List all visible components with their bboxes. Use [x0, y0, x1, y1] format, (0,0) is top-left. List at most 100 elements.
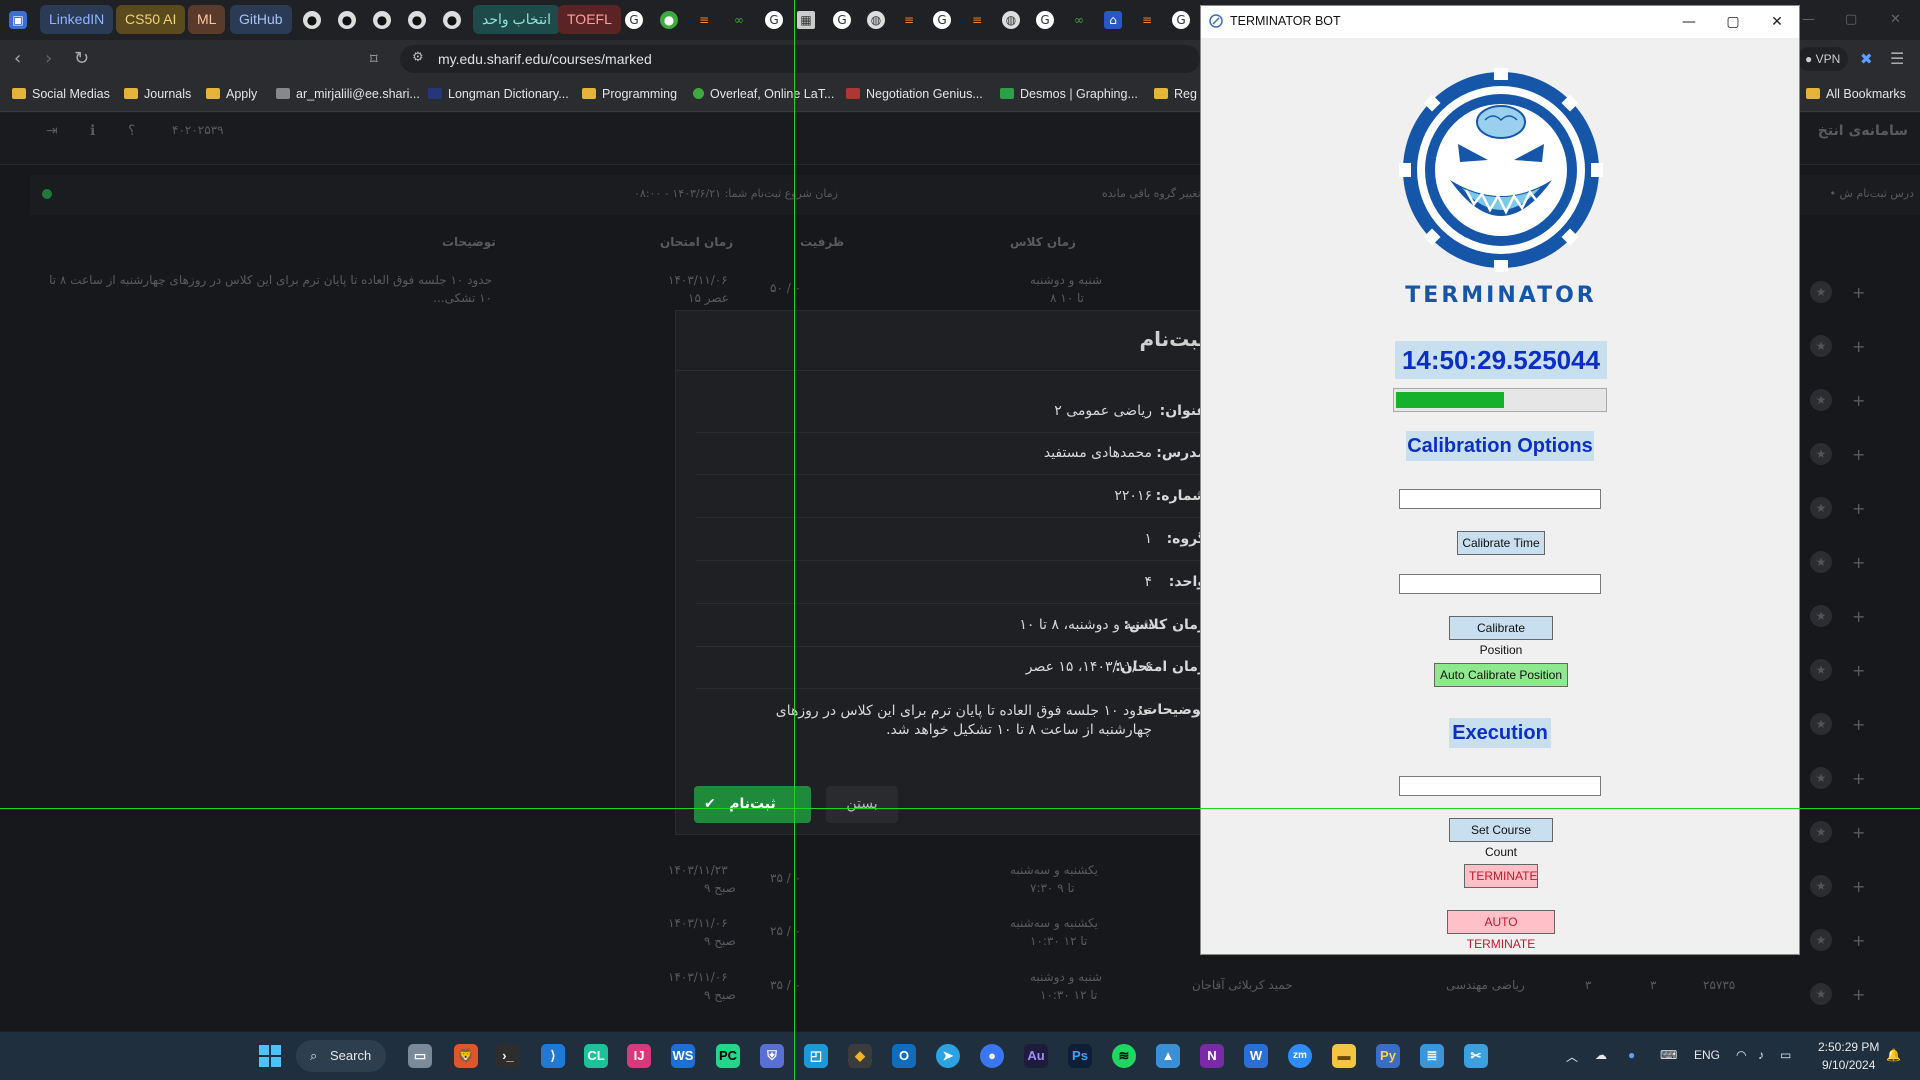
bookmark-icon[interactable]: ⌑ — [370, 50, 378, 68]
browser-minimize-icon[interactable]: — — [1802, 12, 1815, 27]
bookmark-social-medias[interactable]: Social Medias — [12, 87, 110, 101]
tray-app-icon[interactable]: ● — [1628, 1048, 1635, 1062]
course-count-input[interactable] — [1399, 776, 1601, 796]
shield-icon[interactable]: ⛨ — [760, 1044, 784, 1068]
clock-date[interactable]: 9/10/2024 — [1822, 1058, 1875, 1072]
stackoverflow-icon[interactable]: ≡ — [1138, 11, 1156, 29]
stackoverflow-icon[interactable]: ≡ — [900, 11, 918, 29]
bookmark-desmos[interactable]: Desmos | Graphing... — [1000, 87, 1138, 101]
git-icon[interactable]: ◆ — [848, 1044, 872, 1068]
keyboard-icon[interactable]: ⌨ — [1660, 1048, 1677, 1062]
bot-minimize-icon[interactable]: — — [1667, 10, 1711, 34]
add-icon[interactable]: + — [1852, 877, 1865, 896]
overleaf-icon[interactable]: ∞ — [1070, 11, 1088, 29]
github-icon[interactable]: ● — [443, 11, 461, 29]
star-icon[interactable]: ★ — [1810, 335, 1832, 357]
add-icon[interactable]: + — [1852, 445, 1865, 464]
snipping-tool-icon[interactable]: ✂ — [1464, 1044, 1488, 1068]
calibrate-time-button[interactable]: Calibrate Time — [1457, 531, 1545, 555]
task-view-icon[interactable]: ▭ — [408, 1044, 432, 1068]
telegram-icon[interactable]: ➤ — [936, 1044, 960, 1068]
add-icon[interactable]: + — [1852, 499, 1865, 518]
bookmark-negotiation-genius[interactable]: Negotiation Genius... — [846, 87, 983, 101]
bookmark-programming[interactable]: Programming — [582, 87, 677, 101]
battery-icon[interactable]: ▭ — [1780, 1048, 1791, 1062]
table-icon[interactable]: ▦ — [797, 11, 815, 29]
github-icon[interactable]: ● — [303, 11, 321, 29]
star-icon[interactable]: ★ — [1810, 443, 1832, 465]
wifi-icon[interactable]: ◠ — [1736, 1048, 1746, 1062]
star-icon[interactable]: ★ — [1810, 605, 1832, 627]
vscode-icon[interactable]: ⟩ — [541, 1044, 565, 1068]
onedrive-icon[interactable]: ☁ — [1595, 1048, 1607, 1062]
add-icon[interactable]: + — [1852, 661, 1865, 680]
terminal-icon[interactable]: ›_ — [496, 1044, 520, 1068]
notepad-icon[interactable]: ≣ — [1420, 1044, 1444, 1068]
zoom-icon[interactable]: zm — [1288, 1044, 1312, 1068]
calibrate-position-button[interactable]: Calibrate Position — [1449, 616, 1553, 657]
outlook-icon[interactable]: O — [892, 1044, 916, 1068]
star-icon[interactable]: ★ — [1810, 497, 1832, 519]
calibrate-position-input[interactable] — [1399, 574, 1601, 594]
app-icon[interactable]: ◰ — [804, 1044, 828, 1068]
bookmark-email[interactable]: ar_mirjalili@ee.shari... — [276, 87, 420, 101]
clion-icon[interactable]: CL — [584, 1044, 608, 1068]
browser-maximize-icon[interactable]: ▢ — [1845, 12, 1857, 27]
close-button[interactable]: بستن — [826, 786, 898, 823]
tab-group-cs50-ai[interactable]: CS50 AI — [116, 5, 186, 34]
tab-group-course-selection[interactable]: انتخاب واحد — [473, 5, 561, 34]
notification-bell-icon[interactable]: 🔔 — [1886, 1048, 1901, 1062]
audition-icon[interactable]: Au — [1024, 1044, 1048, 1068]
google-icon[interactable]: G — [933, 11, 951, 29]
add-icon[interactable]: + — [1852, 391, 1865, 410]
star-icon[interactable]: ★ — [1810, 767, 1832, 789]
star-icon[interactable]: ★ — [1810, 281, 1832, 303]
word-icon[interactable]: W — [1244, 1044, 1268, 1068]
bot-title-bar[interactable]: TERMINATOR BOT — ▢ ✕ — [1201, 6, 1799, 38]
star-icon[interactable]: ★ — [1810, 551, 1832, 573]
pycharm-icon[interactable]: PC — [716, 1044, 740, 1068]
set-course-count-button[interactable]: Set Course Count — [1449, 818, 1553, 859]
header-icon[interactable]: ⇥ — [46, 123, 58, 139]
spotify-icon[interactable]: ≋ — [1112, 1044, 1136, 1068]
tab-group-linkedin[interactable]: LinkedIN — [40, 5, 114, 34]
bookmark-overleaf[interactable]: Overleaf, Online LaT... — [693, 87, 834, 101]
reload-icon[interactable]: ↻ — [74, 48, 89, 69]
add-icon[interactable]: + — [1852, 337, 1865, 356]
add-icon[interactable]: + — [1852, 553, 1865, 572]
file-explorer-icon[interactable]: ▬ — [1332, 1044, 1356, 1068]
star-icon[interactable]: ★ — [1810, 983, 1832, 1005]
star-icon[interactable]: ★ — [1810, 821, 1832, 843]
router-icon[interactable]: ⌂ — [1104, 11, 1122, 29]
star-icon[interactable]: ★ — [1810, 875, 1832, 897]
bookmark-reg[interactable]: Reg — [1154, 87, 1197, 101]
tab-group-ml[interactable]: ML — [188, 5, 226, 34]
language-indicator[interactable]: ENG — [1694, 1048, 1720, 1062]
bot-close-icon[interactable]: ✕ — [1755, 10, 1799, 34]
terminate-button[interactable]: TERMINATE — [1464, 864, 1538, 888]
calibrate-time-input[interactable] — [1399, 489, 1601, 509]
star-icon[interactable]: ★ — [1810, 659, 1832, 681]
clock-time[interactable]: 2:50:29 PM — [1818, 1040, 1879, 1054]
forward-arrow-icon[interactable]: › — [45, 48, 52, 69]
star-icon[interactable]: ★ — [1810, 389, 1832, 411]
star-icon[interactable]: ★ — [1810, 929, 1832, 951]
google-icon[interactable]: G — [833, 11, 851, 29]
vpn-button[interactable]: ● VPN — [1797, 47, 1849, 71]
add-icon[interactable]: + — [1852, 985, 1865, 1004]
star-icon[interactable]: ★ — [1810, 713, 1832, 735]
all-bookmarks[interactable]: All Bookmarks — [1806, 87, 1906, 101]
add-icon[interactable]: + — [1852, 715, 1865, 734]
browser-close-icon[interactable]: ✕ — [1890, 12, 1901, 27]
add-icon[interactable]: + — [1852, 607, 1865, 626]
tray-chevron-icon[interactable]: ︿ — [1566, 1048, 1578, 1065]
info-icon[interactable]: ℹ — [90, 123, 95, 139]
photos-icon[interactable]: ▲ — [1156, 1044, 1180, 1068]
address-bar[interactable]: ⚙ my.edu.sharif.edu/courses/marked — [400, 45, 1200, 73]
taskbar-search[interactable]: ⌕ Search — [296, 1040, 386, 1072]
signal-icon[interactable]: ● — [980, 1044, 1004, 1068]
sidebar-toggle-icon[interactable]: ▣ — [9, 11, 27, 29]
google-icon[interactable]: G — [765, 11, 783, 29]
github-icon[interactable]: ● — [373, 11, 391, 29]
add-icon[interactable]: + — [1852, 283, 1865, 302]
